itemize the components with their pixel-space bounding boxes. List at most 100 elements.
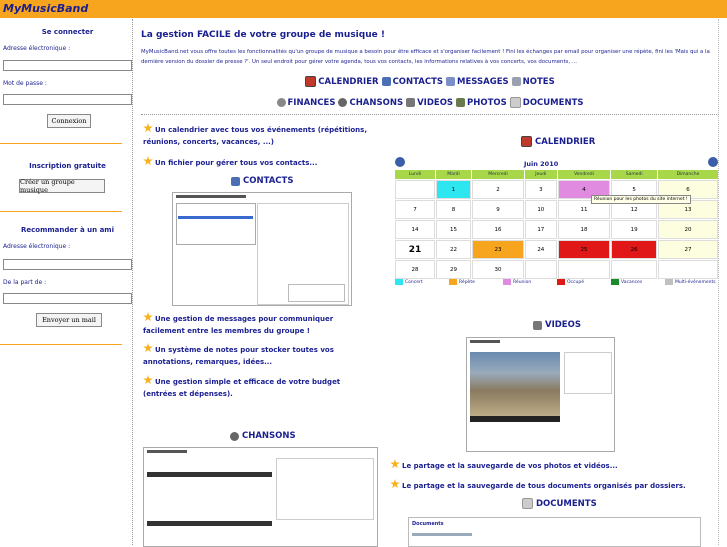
nav-contacts[interactable]: CONTACTS xyxy=(381,77,443,87)
sidebar-divider xyxy=(0,143,122,144)
calendar-day[interactable]: 8 xyxy=(435,200,472,219)
day-header: Vendredi xyxy=(557,170,611,179)
chansons-section-title: CHANSONS xyxy=(230,431,296,441)
calendar-day-today[interactable]: 21 xyxy=(395,240,435,259)
feature-budget: Une gestion simple et efficace de votre … xyxy=(143,375,375,400)
legend-swatch xyxy=(557,279,565,285)
create-group-button[interactable]: Créer un groupe musique xyxy=(19,178,105,194)
login-password-input[interactable] xyxy=(3,94,132,105)
calendar-day-occupe[interactable]: 25 xyxy=(557,240,611,259)
star-icon xyxy=(143,375,153,385)
signup-title: Inscription gratuite xyxy=(29,162,106,170)
calendar-day[interactable]: 9 xyxy=(472,200,525,219)
legend-item: Concert xyxy=(395,279,423,285)
calendar-day[interactable]: 18 xyxy=(557,220,611,239)
notes-icon xyxy=(511,77,521,86)
feature-documents: Le partage et la sauvegarde de tous docu… xyxy=(390,479,710,492)
videos-icon xyxy=(533,320,542,330)
feature-photos: Le partage et la sauvegarde de vos photo… xyxy=(390,459,710,472)
calendar-day xyxy=(557,260,611,279)
calendar-day[interactable]: 10 xyxy=(525,200,557,219)
day-header: Dimanche xyxy=(657,170,718,179)
calendar-tooltip: Réunion pour les photos du site internet… xyxy=(591,195,691,204)
feature-nav-row-1: CALENDRIER CONTACTS MESSAGES NOTES xyxy=(141,76,719,87)
login-title: Se connecter xyxy=(41,28,94,36)
legend-swatch xyxy=(611,279,619,285)
recommend-title: Recommander à un ami xyxy=(20,226,115,234)
recommend-email-input[interactable] xyxy=(3,259,132,270)
nav-finances[interactable]: FINANCES xyxy=(276,98,335,108)
login-email-label: Adresse électronique : xyxy=(3,45,71,52)
legend-swatch xyxy=(449,279,457,285)
calendar-day[interactable]: 20 xyxy=(657,220,718,239)
calendar-day[interactable]: 14 xyxy=(395,220,435,239)
day-header: Mercredi xyxy=(472,170,525,179)
nav-messages[interactable]: MESSAGES xyxy=(446,77,509,87)
calendar-day xyxy=(657,260,718,279)
calendar-day[interactable]: 27 xyxy=(657,240,718,259)
photos-icon xyxy=(456,98,466,107)
calendar-day[interactable]: 3 xyxy=(525,180,557,199)
brand-logo[interactable]: MyMusicBand xyxy=(3,2,88,15)
legend-swatch xyxy=(395,279,403,285)
documents-box-title: Documents xyxy=(412,521,444,527)
chansons-icon xyxy=(230,431,239,441)
nav-calendrier[interactable]: CALENDRIER xyxy=(305,76,379,87)
calendar-day[interactable]: 28 xyxy=(395,260,435,279)
day-header: Samedi xyxy=(611,170,657,179)
calendar-day[interactable]: 30 xyxy=(472,260,525,279)
recommend-from-label: De la part de : xyxy=(3,279,47,286)
contacts-section-title: CONTACTS xyxy=(231,176,293,186)
videos-section-title: VIDEOS xyxy=(533,320,581,330)
contacts-icon xyxy=(231,176,240,186)
calendar-day[interactable]: 2 xyxy=(472,180,525,199)
calendar-day[interactable]: 7 xyxy=(395,200,435,219)
calendar-day-concert[interactable]: 1 xyxy=(435,180,472,199)
calendar-day-repete[interactable]: 23 xyxy=(472,240,525,259)
nav-notes[interactable]: NOTES xyxy=(511,77,555,87)
calendar-month: Juin 2010 xyxy=(524,160,559,168)
legend-swatch xyxy=(665,279,673,285)
login-email-input[interactable] xyxy=(3,60,132,71)
calendar-day[interactable]: 29 xyxy=(435,260,472,279)
calendar-day[interactable]: 22 xyxy=(435,240,472,259)
star-icon xyxy=(143,312,153,322)
legend-item: Multi-événements xyxy=(665,279,716,285)
calendar-day[interactable]: 16 xyxy=(472,220,525,239)
calendar-day xyxy=(395,180,435,199)
calendar-day[interactable]: 17 xyxy=(525,220,557,239)
messages-icon xyxy=(446,77,456,86)
nav-documents[interactable]: DOCUMENTS xyxy=(509,97,584,108)
calendar-day[interactable]: 24 xyxy=(525,240,557,259)
star-icon xyxy=(390,459,400,469)
calendar-day[interactable]: 15 xyxy=(435,220,472,239)
nav-videos[interactable]: VIDEOS xyxy=(406,98,453,108)
calendar-day[interactable]: 19 xyxy=(611,220,657,239)
video-player[interactable] xyxy=(470,352,560,422)
top-bar: MyMusicBand xyxy=(0,0,727,18)
recommend-from-input[interactable] xyxy=(3,293,132,304)
nav-photos[interactable]: PHOTOS xyxy=(456,98,507,108)
calendar-icon xyxy=(305,76,317,87)
star-icon xyxy=(390,479,400,489)
calendar-prev-button[interactable] xyxy=(395,157,405,167)
documents-section-title: DOCUMENTS xyxy=(522,498,597,509)
day-header: Jeudi xyxy=(525,170,557,179)
calendar-next-button[interactable] xyxy=(708,157,718,167)
star-icon xyxy=(143,123,153,133)
legend-item: Vacances xyxy=(611,279,642,285)
chansons-icon xyxy=(338,98,348,107)
feature-notes: Un système de notes pour stocker toutes … xyxy=(143,343,375,368)
legend-item: Répète xyxy=(449,279,475,285)
star-icon xyxy=(143,156,153,166)
calendar-day xyxy=(611,260,657,279)
feature-calendar: Un calendrier avec tous vos événements (… xyxy=(143,123,373,148)
login-password-label: Mot de passe : xyxy=(3,80,47,87)
calendar-day-occupe[interactable]: 26 xyxy=(611,240,657,259)
legend-item: Occupé xyxy=(557,279,584,285)
login-button[interactable]: Connexion xyxy=(47,114,91,128)
send-mail-button[interactable]: Envoyer un mail xyxy=(36,313,102,327)
documents-icon xyxy=(509,97,521,108)
nav-chansons[interactable]: CHANSONS xyxy=(338,98,403,108)
sidebar-divider xyxy=(0,211,122,212)
